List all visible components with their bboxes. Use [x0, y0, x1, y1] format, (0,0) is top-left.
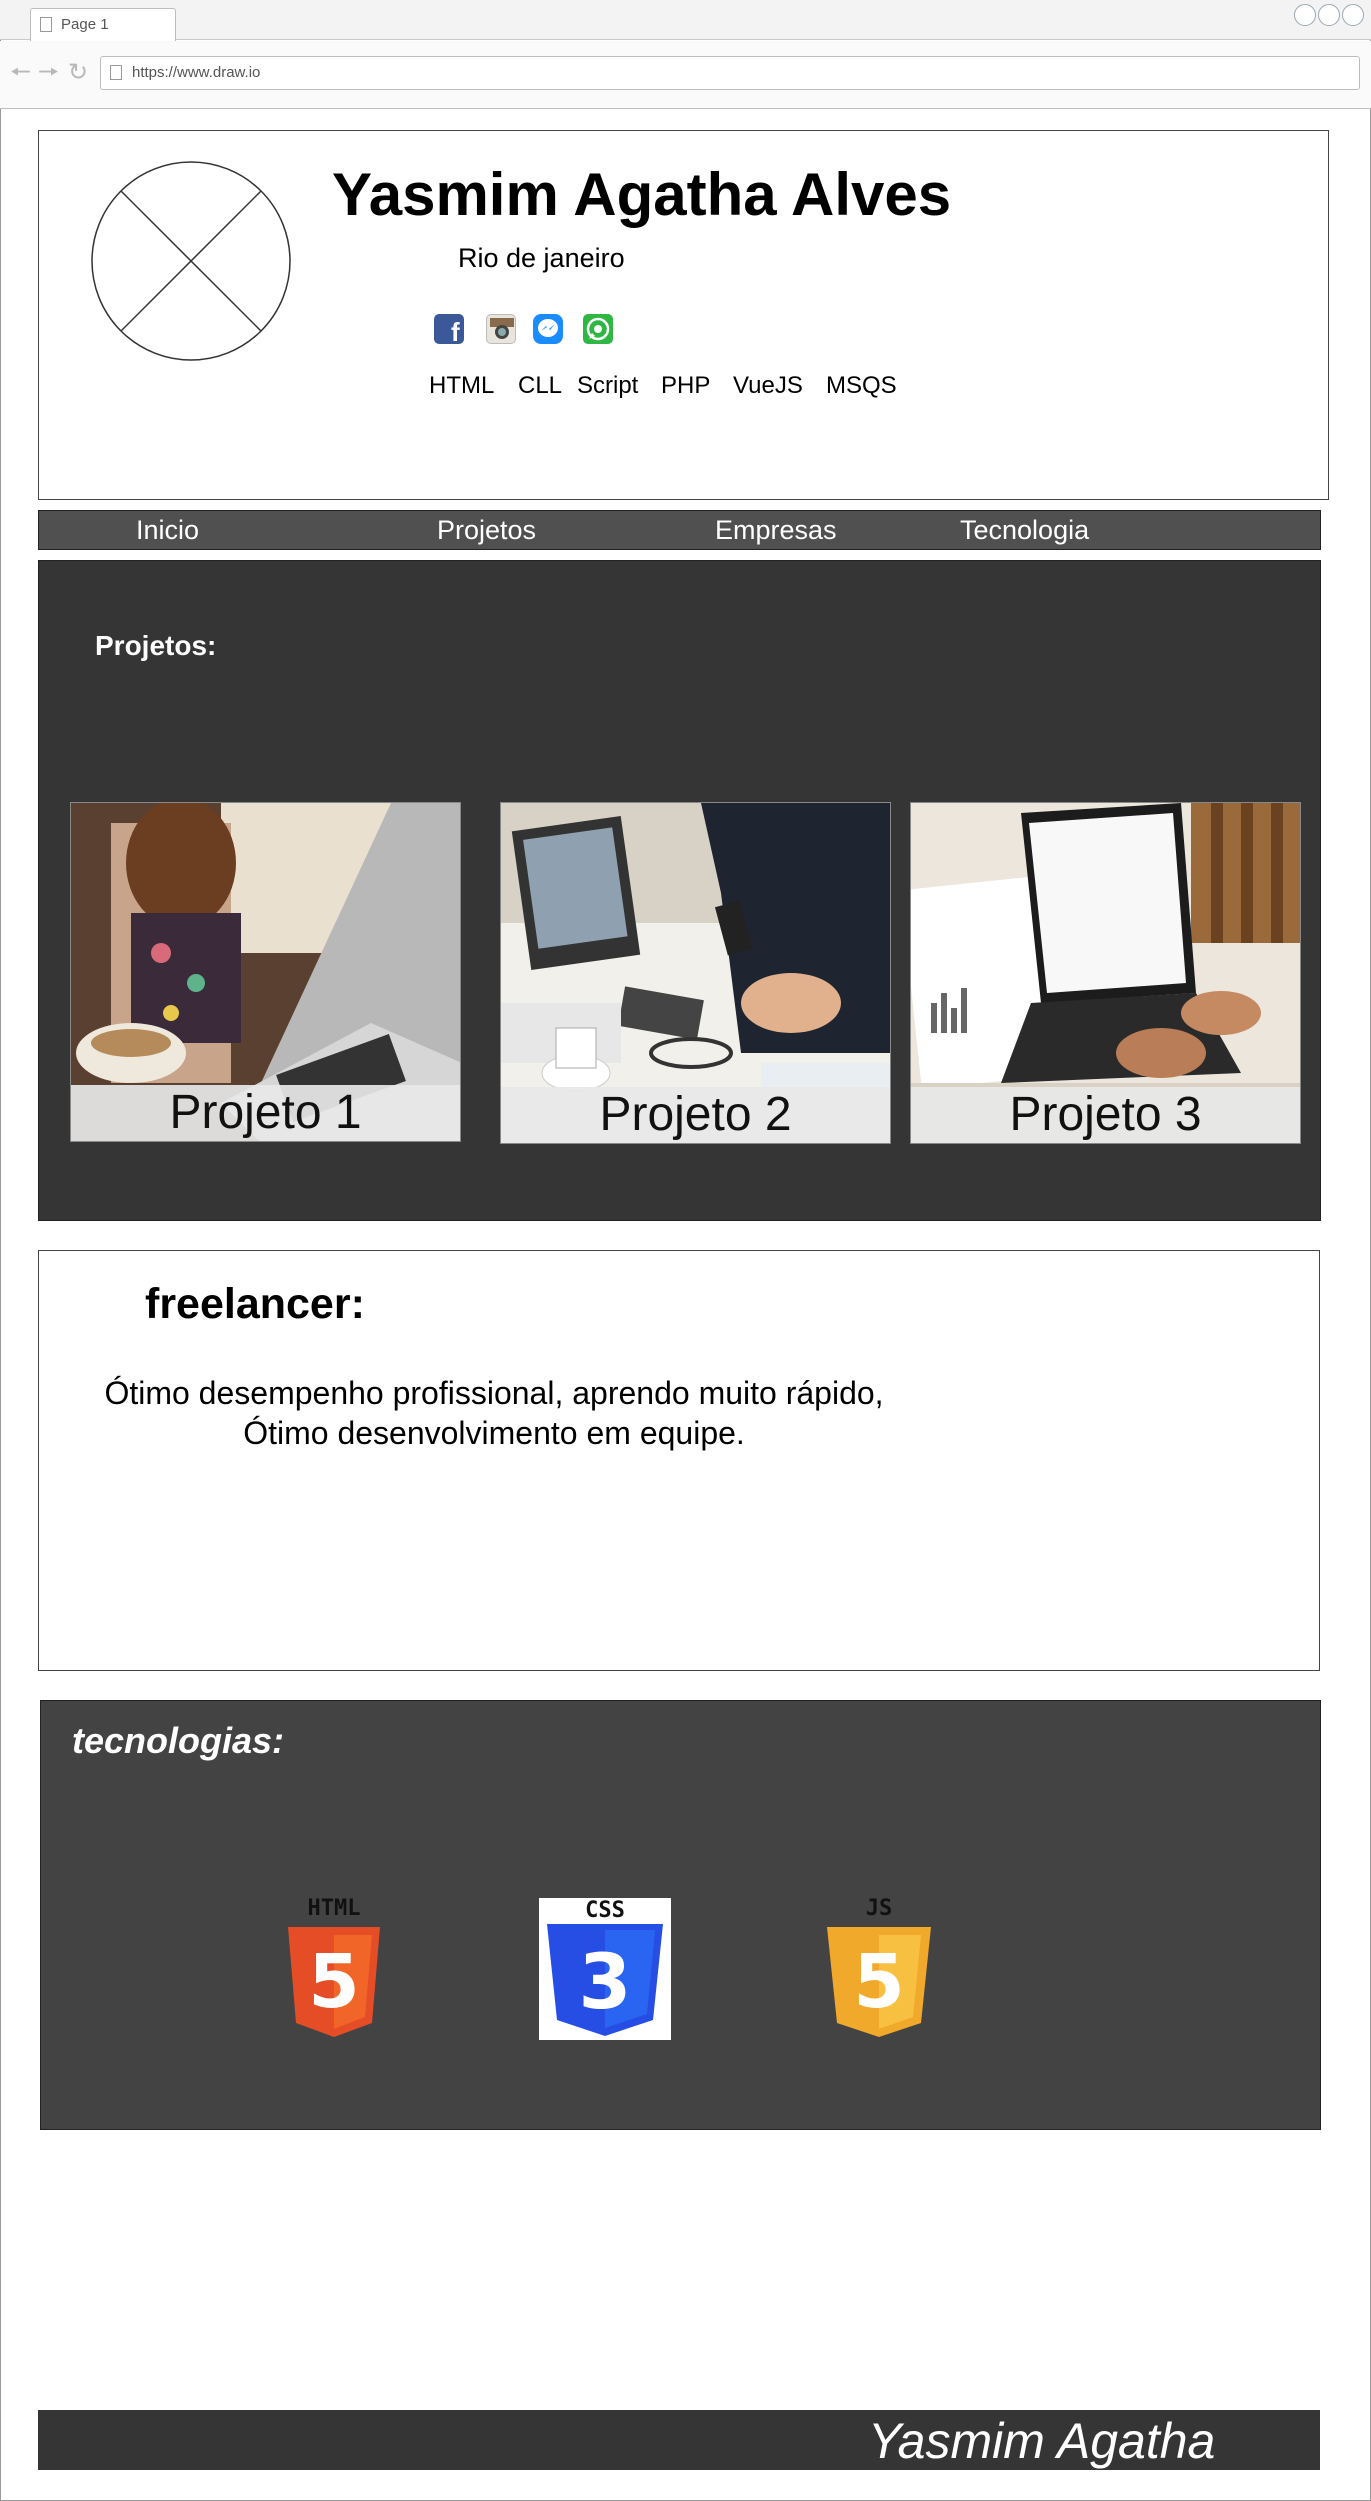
skill-tag: Script — [577, 372, 639, 399]
project-card-3[interactable]: Projeto 3 — [910, 802, 1301, 1144]
freelancer-line-1: Ótimo desempenho profissional, aprendo m… — [104, 1375, 884, 1411]
skill-tag: HTML — [429, 372, 495, 399]
nav-item-projetos[interactable]: Projetos — [437, 512, 536, 548]
url-text: https://www.draw.io — [132, 64, 261, 81]
page-icon — [110, 65, 122, 80]
avatar-placeholder-icon — [91, 161, 291, 361]
js-logo-label: JS — [866, 1896, 893, 1921]
html5-logo-label: HTML — [308, 1896, 361, 1921]
project-card-1[interactable]: Projeto 1 — [70, 802, 461, 1142]
freelancer-description: Ótimo desempenho profissional, aprendo m… — [94, 1373, 894, 1453]
instagram-icon[interactable] — [486, 314, 516, 344]
profile-city: Rio de janeiro — [458, 243, 625, 273]
profile-name: Yasmim Agatha Alves — [332, 161, 952, 228]
skill-tag: PHP — [661, 372, 711, 399]
browser-tab[interactable]: Page 1 — [30, 8, 176, 41]
nav-item-empresas[interactable]: Empresas — [715, 512, 837, 548]
main-nav — [38, 510, 1321, 550]
address-bar[interactable]: https://www.draw.io — [100, 56, 1360, 90]
project-1-label: Projeto 1 — [71, 1085, 460, 1141]
html5-logo-digit: 5 — [308, 1939, 360, 2025]
technologies-title: tecnologias: — [72, 1720, 285, 1761]
project-card-2[interactable]: Projeto 2 — [500, 802, 891, 1144]
css3-logo-label: CSS — [585, 1898, 625, 1923]
nav-item-inicio[interactable]: Inicio — [136, 512, 199, 548]
minimize-button[interactable] — [1294, 4, 1316, 26]
svg-text:f: f — [451, 317, 460, 344]
facebook-icon[interactable]: f — [434, 314, 464, 347]
close-button[interactable] — [1342, 4, 1364, 26]
css3-logo-icon: CSS 3 — [539, 1898, 671, 2040]
forward-arrow-icon[interactable]: 🠖 — [38, 58, 59, 88]
project-3-label: Projeto 3 — [911, 1087, 1300, 1143]
maximize-button[interactable] — [1318, 4, 1340, 26]
tab-label: Page 1 — [61, 16, 109, 33]
projects-title: Projetos: — [95, 630, 217, 661]
skill-tag: MSQS — [826, 372, 897, 399]
tab-strip — [0, 0, 1371, 40]
whatsapp-icon[interactable] — [583, 314, 613, 344]
freelancer-line-2: Ótimo desenvolvimento em equipe. — [243, 1415, 745, 1451]
skill-tag: CLL — [518, 372, 563, 399]
technologies-section — [40, 1700, 1321, 2130]
js-logo-icon: JS 5 — [827, 1896, 931, 2037]
back-arrow-icon[interactable]: 🠔 — [10, 58, 31, 88]
page-icon — [40, 17, 52, 32]
nav-item-tecnologia[interactable]: Tecnologia — [960, 512, 1089, 548]
css3-logo-digit: 3 — [579, 1937, 632, 2026]
html5-logo-icon: HTML 5 — [288, 1896, 380, 2037]
project-2-label: Projeto 2 — [501, 1087, 890, 1143]
freelancer-title: freelancer: — [145, 1280, 365, 1328]
messenger-icon[interactable] — [533, 314, 563, 344]
reload-icon[interactable]: ↻ — [68, 58, 88, 88]
footer-name: Yasmim Agatha — [868, 2413, 1216, 2469]
js-logo-digit: 5 — [853, 1939, 905, 2025]
skill-tag: VueJS — [733, 372, 803, 399]
